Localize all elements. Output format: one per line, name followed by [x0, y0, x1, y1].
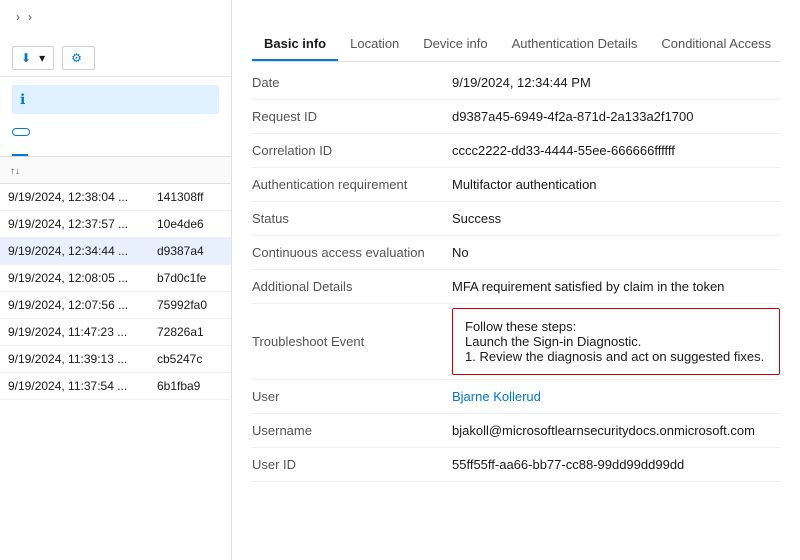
filter-row [0, 122, 231, 142]
signin-table-container: ↑↓ 9/19/2024, 12:38:04 ... 141308ff 9/19… [0, 157, 231, 560]
field-label: Additional Details [252, 270, 452, 304]
field-label: Status [252, 202, 452, 236]
left-panel-title [0, 30, 231, 40]
field-value-cell: Bjarne Kollerud [452, 380, 780, 414]
info-row: User ID 55ff55ff-aa66-bb77-cc88-99dd99dd… [252, 448, 780, 482]
info-row: Status Success [252, 202, 780, 236]
table-row[interactable]: 9/19/2024, 12:34:44 ... d9387a4 [0, 238, 231, 265]
field-value: No [452, 236, 780, 270]
export-button[interactable]: ⚙ [62, 46, 95, 70]
cell-date: 9/19/2024, 12:07:56 ... [0, 292, 149, 319]
right-tab-device-info[interactable]: Device info [411, 28, 499, 61]
table-row[interactable]: 9/19/2024, 11:37:54 ... 6b1fba9 [0, 373, 231, 400]
field-label: Username [252, 414, 452, 448]
cell-date: 9/19/2024, 11:39:13 ... [0, 346, 149, 373]
info-row: Request ID d9387a45-6949-4f2a-871d-2a133… [252, 100, 780, 134]
info-row: Additional Details MFA requirement satis… [252, 270, 780, 304]
table-row[interactable]: 9/19/2024, 12:07:56 ... 75992fa0 [0, 292, 231, 319]
field-label: User [252, 380, 452, 414]
field-value: cccc2222-dd33-4444-55ee-666666ffffff [452, 134, 780, 168]
content-area: Date 9/19/2024, 12:34:44 PM Request ID d… [252, 62, 780, 560]
info-row: User Bjarne Kollerud [252, 380, 780, 414]
chevron-down-icon: ▾ [39, 51, 45, 65]
field-label: Correlation ID [252, 134, 452, 168]
tab-interactive[interactable] [12, 142, 28, 156]
left-tabs-row [0, 142, 231, 157]
troubleshoot-label: Troubleshoot Event [252, 304, 452, 380]
export-icon: ⚙ [71, 51, 82, 65]
right-panel: Basic infoLocationDevice infoAuthenticat… [232, 0, 800, 560]
cell-date: 9/19/2024, 12:37:57 ... [0, 211, 149, 238]
field-value: d9387a45-6949-4f2a-871d-2a133a2f1700 [452, 100, 780, 134]
right-tabs: Basic infoLocationDevice infoAuthenticat… [252, 28, 780, 62]
field-value: 9/19/2024, 12:34:44 PM [452, 66, 780, 100]
toolbar: ⬇ ▾ ⚙ [0, 40, 231, 77]
info-row: Correlation ID cccc2222-dd33-4444-55ee-6… [252, 134, 780, 168]
field-value-cell: 55ff55ff-aa66-bb77-cc88-99dd99dd99dd [452, 448, 780, 482]
troubleshoot-row: Troubleshoot Event Follow these steps: L… [252, 304, 780, 380]
info-icon: ℹ [20, 91, 25, 108]
launch-diagnostic-link[interactable]: Launch the Sign-in Diagnostic. [465, 334, 641, 349]
field-value: Success [452, 202, 780, 236]
cell-request: 10e4de6 [149, 211, 231, 238]
sort-icon: ↑↓ [10, 166, 20, 177]
info-row: Username bjakoll@microsoftlearnsecurityd… [252, 414, 780, 448]
cell-date: 9/19/2024, 11:47:23 ... [0, 319, 149, 346]
cell-date: 9/19/2024, 12:38:04 ... [0, 184, 149, 211]
signin-table: ↑↓ 9/19/2024, 12:38:04 ... 141308ff 9/19… [0, 157, 231, 400]
troubleshoot-value: Follow these steps: Launch the Sign-in D… [452, 304, 780, 380]
cell-date: 9/19/2024, 12:34:44 ... [0, 238, 149, 265]
field-label: Request ID [252, 100, 452, 134]
cell-request: d9387a4 [149, 238, 231, 265]
cell-date: 9/19/2024, 12:08:05 ... [0, 265, 149, 292]
left-panel: › › ⬇ ▾ ⚙ ℹ [0, 0, 232, 560]
col-request[interactable] [149, 157, 231, 184]
cell-date: 9/19/2024, 11:37:54 ... [0, 373, 149, 400]
follow-text: Follow these steps: [465, 319, 767, 334]
download-icon: ⬇ [21, 51, 31, 65]
field-label: Date [252, 66, 452, 100]
cell-request: 75992fa0 [149, 292, 231, 319]
user-link[interactable]: Bjarne Kollerud [452, 389, 541, 404]
info-row: Continuous access evaluation No [252, 236, 780, 270]
table-row[interactable]: 9/19/2024, 11:47:23 ... 72826a1 [0, 319, 231, 346]
tab-other[interactable] [28, 142, 44, 156]
cell-request: 6b1fba9 [149, 373, 231, 400]
step-text: 1. Review the diagnosis and act on sugge… [465, 349, 767, 364]
col-date[interactable]: ↑↓ [0, 157, 149, 184]
field-label: User ID [252, 448, 452, 482]
field-value: 55ff55ff-aa66-bb77-cc88-99dd99dd99dd [452, 457, 684, 472]
table-row[interactable]: 9/19/2024, 12:08:05 ... b7d0c1fe [0, 265, 231, 292]
troubleshoot-box: Follow these steps: Launch the Sign-in D… [452, 308, 780, 375]
right-tab-basic-info[interactable]: Basic info [252, 28, 338, 61]
field-value: bjakoll@microsoftlearnsecuritydocs.onmic… [452, 423, 755, 438]
right-tab-conditional-access[interactable]: Conditional Access [649, 28, 783, 61]
breadcrumb: › › [0, 0, 231, 30]
info-banner: ℹ [12, 85, 219, 114]
cell-request: 141308ff [149, 184, 231, 211]
date-filter-badge[interactable] [12, 128, 30, 136]
table-row[interactable]: 9/19/2024, 12:37:57 ... 10e4de6 [0, 211, 231, 238]
info-grid: Date 9/19/2024, 12:34:44 PM Request ID d… [252, 66, 780, 482]
table-row[interactable]: 9/19/2024, 12:38:04 ... 141308ff [0, 184, 231, 211]
cell-request: 72826a1 [149, 319, 231, 346]
download-button[interactable]: ⬇ ▾ [12, 46, 54, 70]
field-value-cell: bjakoll@microsoftlearnsecuritydocs.onmic… [452, 414, 780, 448]
field-label: Continuous access evaluation [252, 236, 452, 270]
cell-request: b7d0c1fe [149, 265, 231, 292]
right-tab-authentication-details[interactable]: Authentication Details [500, 28, 650, 61]
cell-request: cb5247c [149, 346, 231, 373]
field-value: MFA requirement satisfied by claim in th… [452, 270, 780, 304]
field-label: Authentication requirement [252, 168, 452, 202]
field-value: Multifactor authentication [452, 168, 780, 202]
table-row[interactable]: 9/19/2024, 11:39:13 ... cb5247c [0, 346, 231, 373]
right-tab-location[interactable]: Location [338, 28, 411, 61]
info-row: Date 9/19/2024, 12:34:44 PM [252, 66, 780, 100]
info-row: Authentication requirement Multifactor a… [252, 168, 780, 202]
